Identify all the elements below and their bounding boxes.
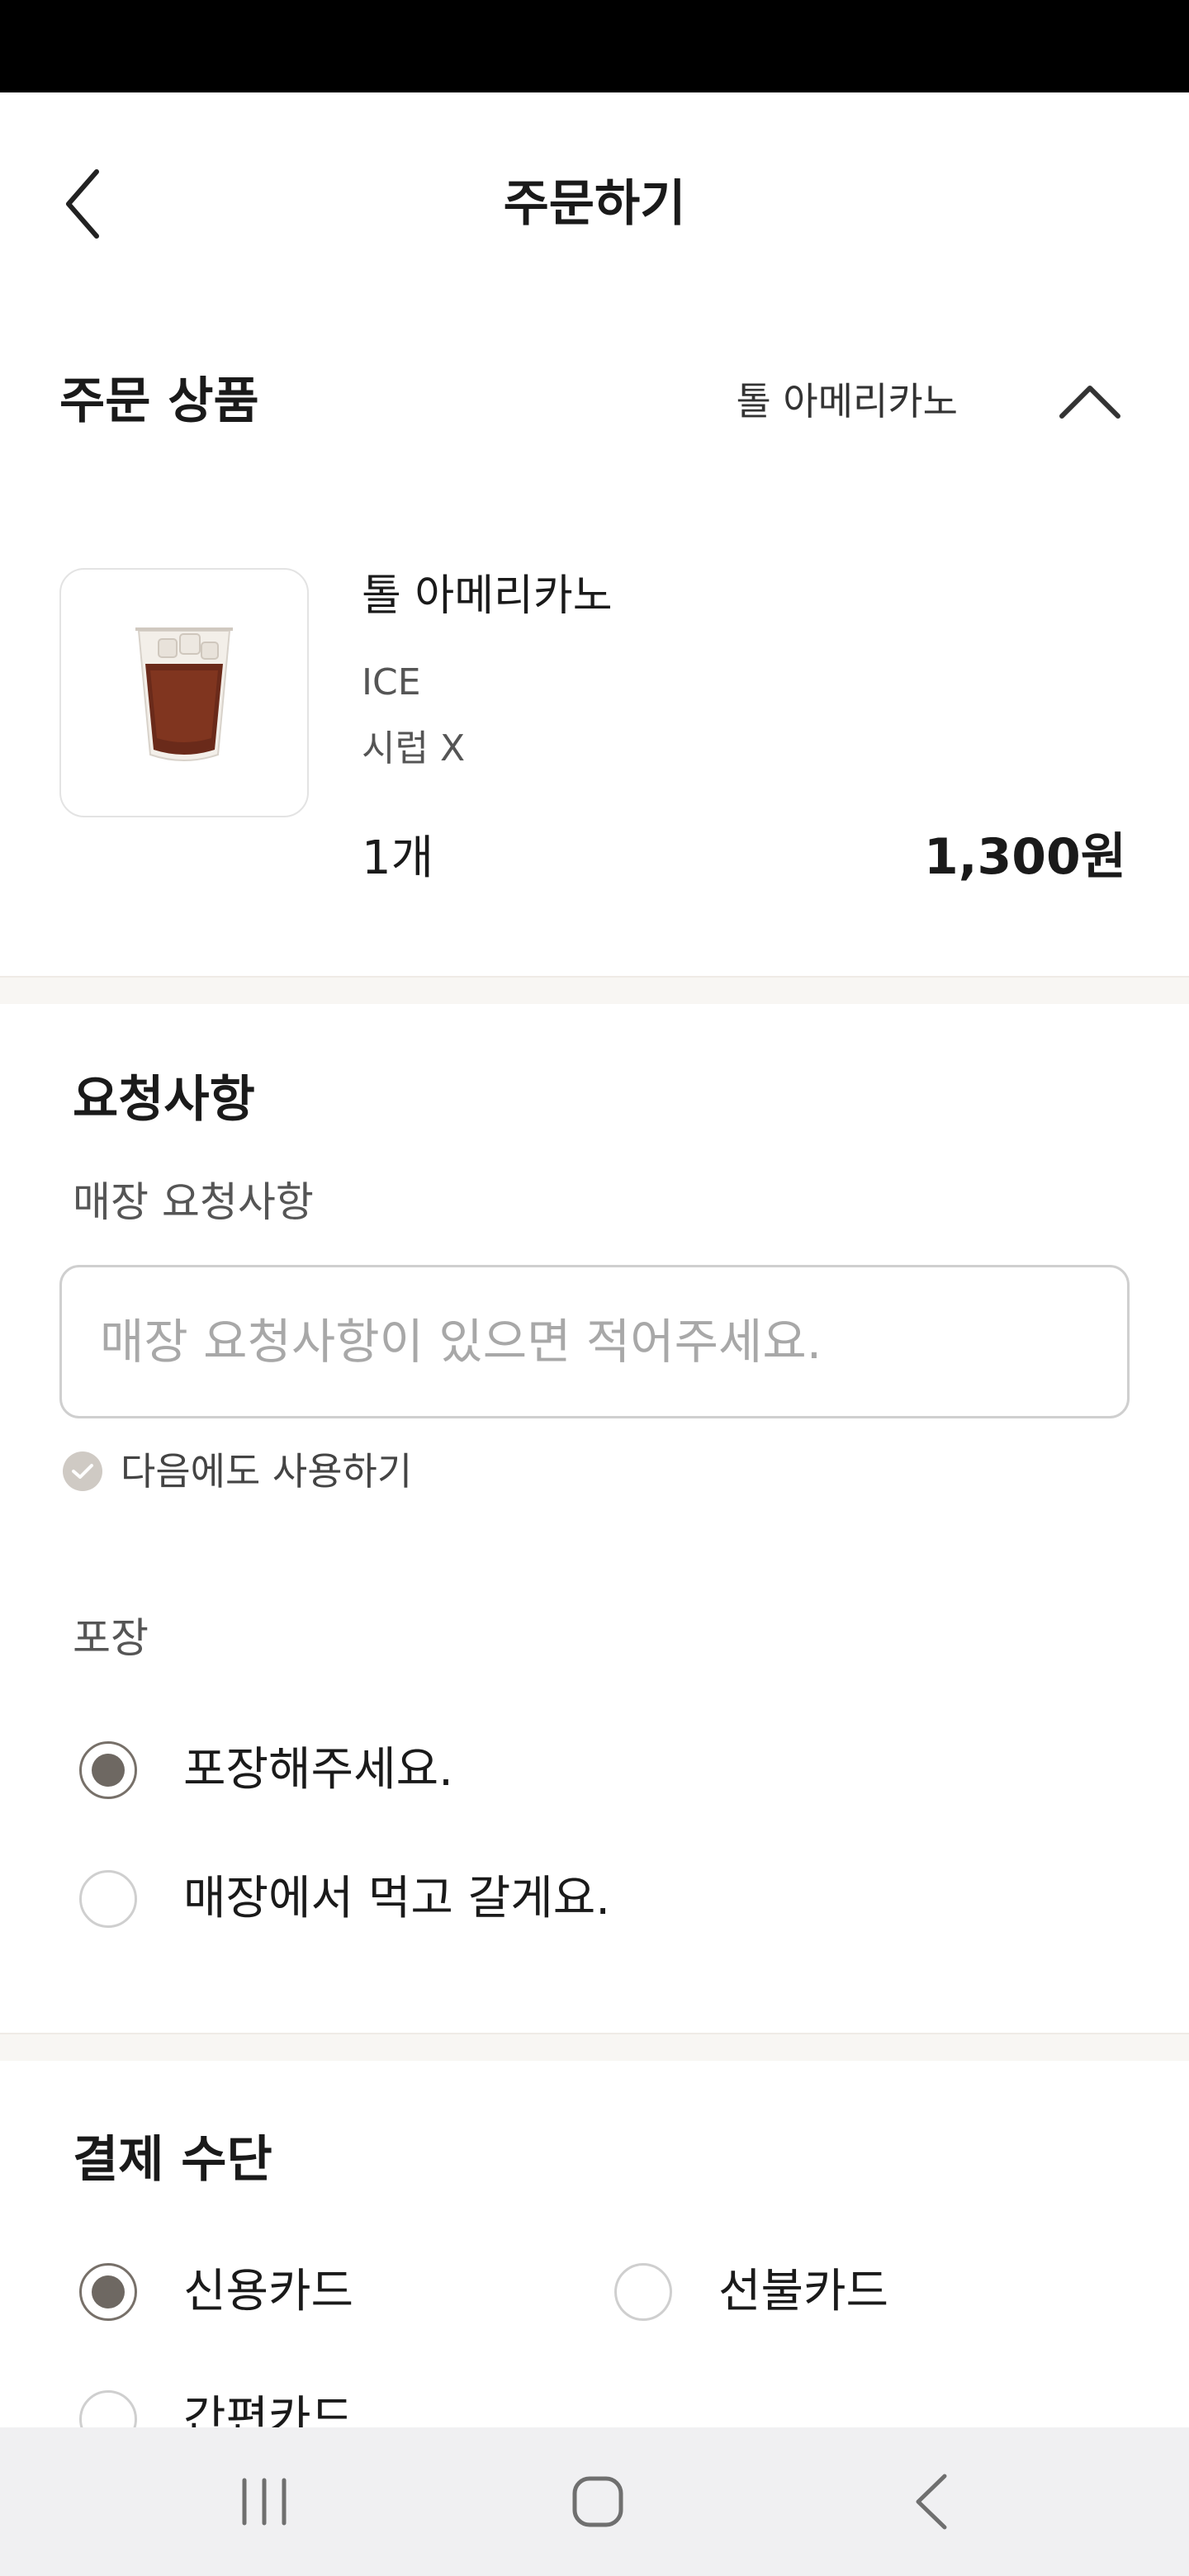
payment-option-prepaid-card[interactable]: 선불카드: [614, 2259, 888, 2325]
system-nav-bar: [0, 2427, 1189, 2576]
section-divider: [0, 976, 1189, 1004]
product-name: 톨 아메리카노: [362, 571, 613, 621]
radio-selected-icon: [79, 2263, 137, 2321]
radio-unselected-icon: [614, 2263, 672, 2321]
store-request-label: 매장 요청사항: [73, 1178, 314, 1226]
order-items-title: 주문 상품: [59, 372, 259, 430]
product-option: 시럽 X: [362, 727, 466, 769]
section-divider: [0, 2033, 1189, 2061]
home-icon: [572, 2476, 623, 2527]
status-bar: [0, 0, 1189, 92]
packaging-label: 포장: [73, 1614, 149, 1662]
home-button[interactable]: [532, 2452, 664, 2551]
radio-unselected-icon: [79, 1870, 137, 1928]
store-request-input[interactable]: [59, 1265, 1130, 1418]
product-image: [59, 568, 309, 817]
packaging-option-label: 매장에서 먹고 갈게요.: [183, 1872, 611, 1925]
payment-option-credit-card[interactable]: 신용카드: [79, 2259, 353, 2325]
payment-title: 결제 수단: [73, 2131, 272, 2189]
payment-option-label: 신용카드: [183, 2265, 354, 2318]
save-next-checkbox[interactable]: 다음에도 사용하기: [63, 1447, 412, 1496]
nav-back-icon: [916, 2474, 947, 2530]
iced-coffee-icon: [135, 627, 233, 761]
packaging-option-dine-in[interactable]: 매장에서 먹고 갈게요.: [79, 1866, 610, 1932]
check-icon: [63, 1451, 102, 1491]
save-next-label: 다음에도 사용하기: [121, 1449, 413, 1494]
collapse-button[interactable]: [1057, 368, 1123, 434]
order-summary-name: 톨 아메리카노: [736, 379, 958, 424]
requests-title: 요청사항: [73, 1071, 255, 1129]
product-option: ICE: [362, 661, 421, 703]
header: 주문하기: [0, 92, 1189, 294]
nav-back-button[interactable]: [865, 2452, 997, 2551]
packaging-option-label: 포장해주세요.: [183, 1743, 453, 1797]
payment-option-label: 선불카드: [718, 2265, 889, 2318]
product-quantity: 1개: [362, 831, 434, 885]
product-price: 1,300원: [924, 828, 1126, 886]
recents-icon: [242, 2478, 287, 2526]
recents-button[interactable]: [198, 2452, 330, 2551]
chevron-up-icon: [1059, 386, 1120, 419]
page-title: 주문하기: [503, 175, 686, 233]
radio-selected-icon: [79, 1741, 137, 1799]
packaging-option-takeout[interactable]: 포장해주세요.: [79, 1737, 453, 1803]
